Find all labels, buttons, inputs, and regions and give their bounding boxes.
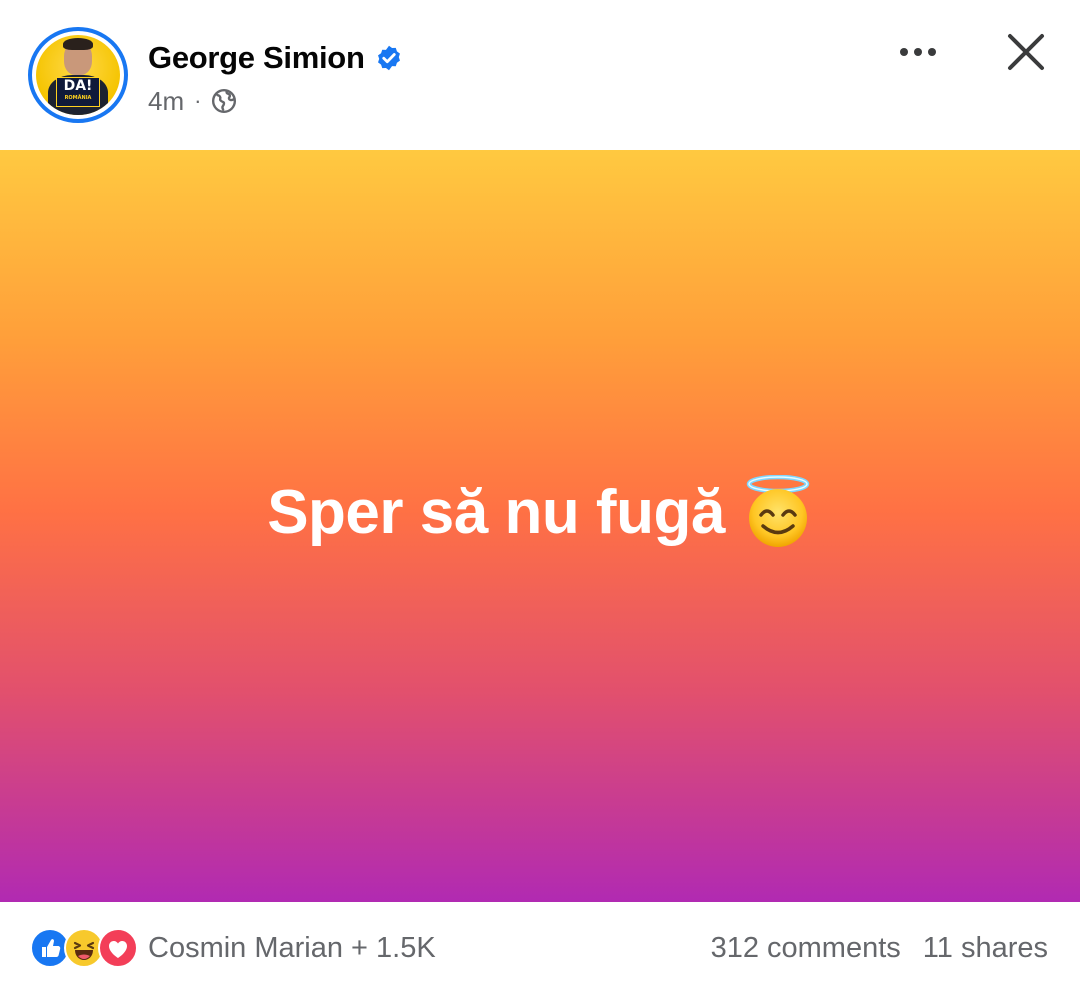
post-header: DA! ROMÂNIA George Simion 4m · <box>0 0 1080 150</box>
avatar-badge: DA! ROMÂNIA <box>56 77 100 107</box>
shares-count[interactable]: 11 shares <box>923 932 1048 965</box>
avatar-image: DA! ROMÂNIA <box>36 35 120 115</box>
more-options-button[interactable] <box>890 30 946 74</box>
post-text: Sper să nu fugă <box>267 477 725 547</box>
smiling-face-with-halo-icon <box>743 474 813 549</box>
more-horizontal-icon <box>900 48 908 56</box>
post-stats: 312 comments 11 shares <box>711 926 1048 970</box>
avatar-badge-text: DA! <box>63 78 93 94</box>
post-content: Sper să nu fugă <box>267 474 813 549</box>
avatar[interactable]: DA! ROMÂNIA <box>28 27 128 123</box>
comments-count[interactable]: 312 comments <box>711 932 901 965</box>
post-meta: 4m · <box>148 84 237 118</box>
globe-icon[interactable] <box>211 88 237 114</box>
avatar-badge-subtext: ROMÂNIA <box>64 95 92 101</box>
close-icon <box>1008 34 1044 70</box>
reactors-count[interactable]: Cosmin Marian + 1.5K <box>148 932 436 965</box>
reactions-summary[interactable]: Cosmin Marian + 1.5K <box>30 926 436 970</box>
author-row: George Simion <box>148 38 403 78</box>
meta-separator: · <box>194 88 202 113</box>
verified-badge-icon <box>375 44 403 72</box>
post-background-card: Sper să nu fugă <box>0 150 1080 902</box>
post-time[interactable]: 4m <box>148 86 184 117</box>
author-name[interactable]: George Simion <box>148 40 365 76</box>
close-button[interactable] <box>1000 26 1052 78</box>
love-icon <box>98 928 138 968</box>
